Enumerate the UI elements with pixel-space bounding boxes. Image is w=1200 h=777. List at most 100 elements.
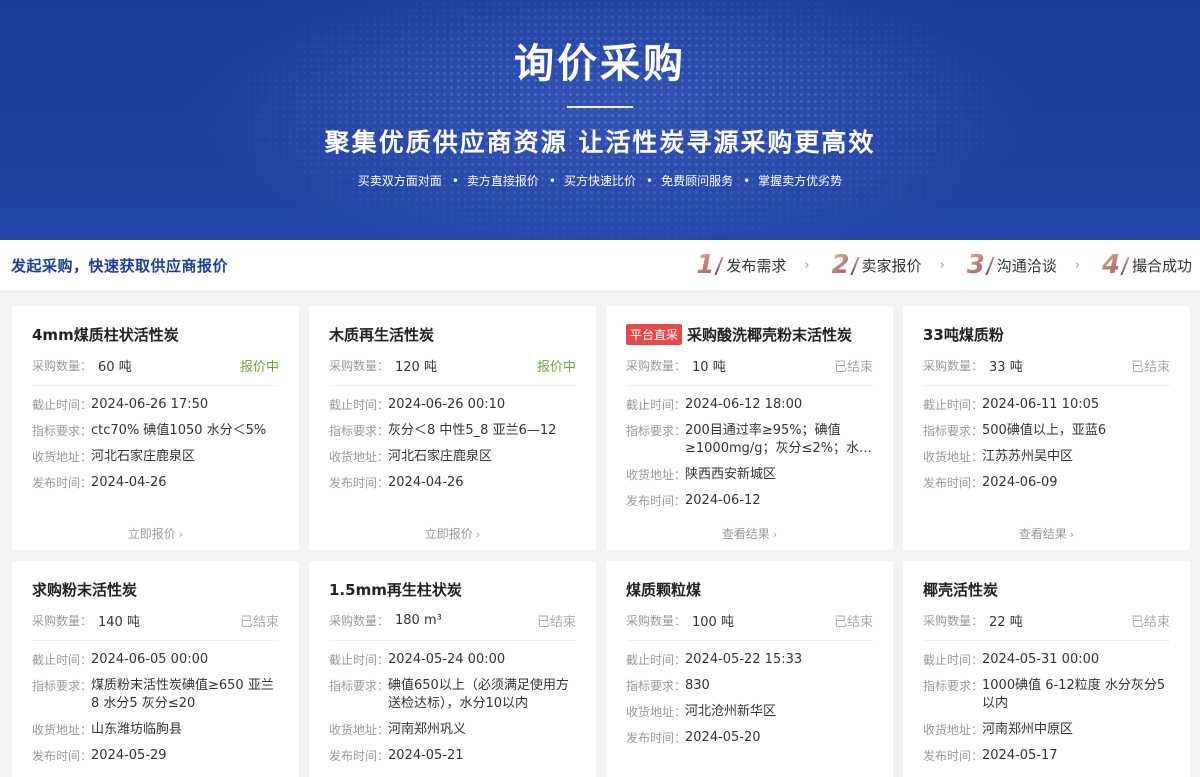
address-row: 收货地址： 河北石家庄鹿泉区 (329, 448, 576, 466)
inquiry-card[interactable]: 木质再生活性炭 采购数量： 120 吨 报价中 截止时间： 2024-06-26… (309, 306, 596, 550)
card-action-link[interactable]: 立即报价 › (309, 525, 596, 542)
published-value: 2024-05-21 (388, 748, 464, 763)
card-title[interactable]: 煤质颗粒煤 (626, 579, 701, 600)
card-title-row: 4mm煤质柱状活性炭 (32, 324, 279, 344)
card-title[interactable]: 1.5mm再生柱状炭 (329, 579, 462, 600)
spec-row: 指标要求： 500碘值以上，亚蓝6 (923, 422, 1170, 440)
chevron-right-icon: › (804, 257, 810, 273)
published-label: 发布时间： (32, 476, 93, 490)
action-label[interactable]: 立即报价 (128, 527, 176, 541)
chevron-right-icon: › (939, 257, 945, 273)
hero-subtitle: 聚集优质供应商资源 让活性炭寻源采购更高效 (324, 128, 876, 157)
feature-item: 免费顾问服务 (646, 172, 733, 189)
address-label: 收货地址： (32, 723, 93, 737)
deadline-label: 截止时间： (32, 653, 93, 667)
title-divider (567, 106, 633, 108)
quantity-label: 采购数量： (329, 614, 390, 628)
deadline-value: 2024-06-12 18:00 (685, 397, 803, 412)
inquiry-card[interactable]: 椰壳活性炭 采购数量： 22 吨 已结束 截止时间： 2024-05-31 00… (903, 561, 1190, 777)
quantity-value: 10 吨 (692, 360, 726, 375)
deadline-row: 截止时间： 2024-06-05 00:00 (32, 651, 279, 669)
spec-label: 指标要求： (32, 679, 93, 693)
published-label: 发布时间： (329, 476, 390, 490)
inquiry-card[interactable]: 煤质颗粒煤 采购数量： 100 吨 已结束 截止时间： 2024-05-22 1… (606, 561, 893, 777)
address-row: 收货地址： 陕西西安新城区 (626, 466, 873, 484)
quantity-label: 采购数量： (32, 614, 93, 628)
published-label: 发布时间： (626, 494, 687, 508)
status-badge: 已结束 (833, 360, 873, 375)
address-value: 河北石家庄鹿泉区 (388, 449, 493, 464)
address-label: 收货地址： (923, 450, 984, 464)
address-value: 山东潍坊临朐县 (91, 722, 183, 737)
quantity-row: 采购数量： 100 吨 已结束 (626, 611, 873, 641)
spec-row: 指标要求： 200目通过率≥95%；碘值≥1000mg/g；灰分≤2%；水分… (626, 422, 873, 458)
spec-value: 碘值650以上（必须满足使用方送检达标），水分10以内 (388, 678, 569, 711)
spec-row: 指标要求： 灰分＜8 中性5_8 亚兰6—12 (329, 422, 576, 440)
card-title-row: 煤质颗粒煤 (626, 579, 873, 599)
deadline-value: 2024-05-22 15:33 (685, 652, 803, 667)
address-row: 收货地址： 河南郑州中原区 (923, 721, 1170, 739)
card-action-link[interactable]: 查看结果 › (903, 525, 1190, 542)
card-action-link[interactable]: 立即报价 › (12, 525, 299, 542)
card-title[interactable]: 木质再生活性炭 (329, 324, 434, 345)
chevron-right-icon: › (178, 528, 184, 541)
deadline-label: 截止时间： (626, 398, 687, 412)
quantity-row: 采购数量： 120 吨 报价中 (329, 356, 576, 386)
deadline-row: 截止时间： 2024-05-31 00:00 (923, 651, 1170, 669)
address-label: 收货地址： (329, 723, 390, 737)
action-label[interactable]: 查看结果 (722, 527, 770, 541)
spec-label: 指标要求： (32, 424, 93, 438)
step-number-icon: 3 (963, 251, 989, 279)
published-value: 2024-06-09 (982, 475, 1058, 490)
address-value: 河南郑州中原区 (982, 722, 1074, 737)
card-title[interactable]: 33吨煤质粉 (923, 324, 1004, 345)
process-bar: 发起采购，快速获取供应商报价 1 发布需求 › 2 卖家报价 › 3 沟通洽谈 … (0, 240, 1200, 290)
inquiry-card[interactable]: 33吨煤质粉 采购数量： 33 吨 已结束 截止时间： 2024-06-11 1… (903, 306, 1190, 550)
inquiry-card[interactable]: 平台直采 采购酸洗椰壳粉末活性炭 采购数量： 10 吨 已结束 截止时间： 20… (606, 306, 893, 550)
address-row: 收货地址： 江苏苏州吴中区 (923, 448, 1170, 466)
process-steps: 1 发布需求 › 2 卖家报价 › 3 沟通洽谈 › 4 撮合成功 (692, 251, 1192, 279)
inquiry-card-grid: 4mm煤质柱状活性炭 采购数量： 60 吨 报价中 截止时间： 2024-06-… (0, 290, 1200, 777)
deadline-value: 2024-06-26 00:10 (388, 397, 506, 412)
inquiry-card[interactable]: 求购粉末活性炭 采购数量： 140 吨 已结束 截止时间： 2024-06-05… (12, 561, 299, 777)
feature-item: 掌握卖方优劣势 (743, 172, 842, 189)
quantity-row: 采购数量： 180 m³ 已结束 (329, 611, 576, 641)
card-action-link[interactable]: 查看结果 › (606, 525, 893, 542)
deadline-row: 截止时间： 2024-06-26 17:50 (32, 396, 279, 414)
address-row: 收货地址： 山东潍坊临朐县 (32, 721, 279, 739)
card-title-row: 1.5mm再生柱状炭 (329, 579, 576, 599)
deadline-value: 2024-05-24 00:00 (388, 652, 506, 667)
spec-row: 指标要求： ctc70% 碘值1050 水分＜5% (32, 422, 279, 440)
action-label[interactable]: 立即报价 (425, 527, 473, 541)
deadline-value: 2024-06-05 00:00 (91, 652, 209, 667)
published-row: 发布时间： 2024-04-26 (329, 474, 576, 492)
quantity-row: 采购数量： 10 吨 已结束 (626, 356, 873, 386)
published-value: 2024-05-29 (91, 748, 167, 763)
address-value: 江苏苏州吴中区 (982, 449, 1074, 464)
step-quote: 2 卖家报价 (828, 251, 922, 279)
card-title[interactable]: 椰壳活性炭 (923, 579, 998, 600)
feature-item: 买卖双方面对面 (357, 174, 442, 188)
quantity-row: 采购数量： 140 吨 已结束 (32, 611, 279, 641)
deadline-row: 截止时间： 2024-05-24 00:00 (329, 651, 576, 669)
deadline-value: 2024-06-11 10:05 (982, 397, 1100, 412)
step-label: 撮合成功 (1131, 256, 1192, 275)
action-label[interactable]: 查看结果 (1019, 527, 1067, 541)
hero-banner: 询价采购 聚集优质供应商资源 让活性炭寻源采购更高效 买卖双方面对面 卖方直接报… (0, 0, 1200, 240)
status-badge: 报价中 (536, 360, 576, 375)
card-title[interactable]: 采购酸洗椰壳粉末活性炭 (687, 324, 852, 345)
feature-item: 买方快速比价 (549, 172, 636, 189)
card-title[interactable]: 4mm煤质柱状活性炭 (32, 324, 179, 345)
step-number-icon: 1 (692, 251, 718, 279)
spec-label: 指标要求： (626, 679, 687, 693)
deadline-row: 截止时间： 2024-05-22 15:33 (626, 651, 873, 669)
published-row: 发布时间： 2024-05-17 (923, 747, 1170, 765)
inquiry-card[interactable]: 4mm煤质柱状活性炭 采购数量： 60 吨 报价中 截止时间： 2024-06-… (12, 306, 299, 550)
step-label: 沟通洽谈 (996, 256, 1057, 275)
inquiry-card[interactable]: 1.5mm再生柱状炭 采购数量： 180 m³ 已结束 截止时间： 2024-0… (309, 561, 596, 777)
status-badge: 已结束 (1130, 360, 1170, 375)
card-title[interactable]: 求购粉末活性炭 (32, 579, 137, 600)
chevron-right-icon: › (772, 528, 778, 541)
published-row: 发布时间： 2024-06-12 (626, 492, 873, 510)
quantity-label: 采购数量： (923, 359, 984, 373)
